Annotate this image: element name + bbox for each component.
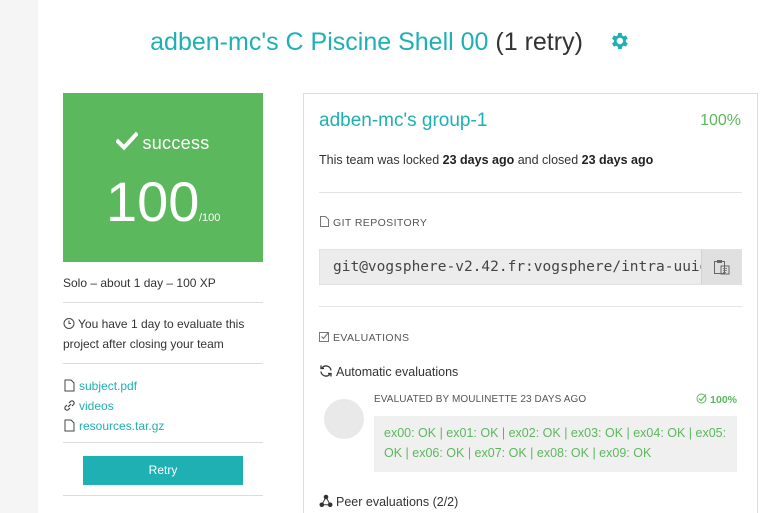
- file-icon: [319, 216, 330, 227]
- file-icon: [63, 378, 76, 392]
- evaluation-percent-text: 100%: [710, 394, 737, 406]
- subject-link[interactable]: subject.pdf: [79, 379, 137, 393]
- link-icon: [63, 398, 76, 411]
- videos-link[interactable]: videos: [79, 399, 114, 413]
- clipboard-icon: [714, 260, 730, 275]
- evaluations-heading-text: EVALUATIONS: [333, 332, 410, 344]
- evaluate-note: You have 1 day to evaluate this project …: [63, 314, 263, 354]
- final-mark: 100: [106, 170, 200, 233]
- locked-ago: 23 days ago: [442, 153, 515, 167]
- team-name[interactable]: adben-mc's group-1: [319, 110, 487, 132]
- clock-icon: [63, 315, 75, 329]
- checkbox-icon: [319, 331, 330, 342]
- copy-button[interactable]: [701, 250, 741, 284]
- locked-pre: This team was locked: [319, 153, 443, 167]
- attachment-item[interactable]: subject.pdf: [63, 376, 263, 396]
- closed-ago: 23 days ago: [581, 153, 654, 167]
- attachment-item[interactable]: resources.tar.gz: [63, 416, 263, 436]
- git-heading: GIT REPOSITORY: [319, 216, 427, 229]
- project-meta: Solo – about 1 day – 100 XP: [63, 276, 216, 290]
- avatar: [324, 399, 364, 439]
- divider: [63, 302, 263, 303]
- attachment-item[interactable]: videos: [63, 396, 263, 416]
- file-icon: [63, 418, 76, 432]
- refresh-icon: [319, 364, 333, 378]
- team-panel: adben-mc's group-1 100% This team was lo…: [303, 93, 758, 513]
- project-title: adben-mc's C Piscine Shell 00: [150, 28, 489, 56]
- retry-button[interactable]: Retry: [83, 456, 243, 485]
- divider: [319, 192, 742, 193]
- retry-count: (1 retry): [495, 28, 583, 56]
- team-status: This team was locked 23 days ago and clo…: [319, 153, 653, 167]
- check-icon: [696, 393, 707, 404]
- git-url-box[interactable]: git@vogsphere-v2.42.fr:vogsphere/intra-u…: [319, 249, 742, 285]
- divider: [63, 442, 263, 443]
- evaluator-label: EVALUATED BY MOULINETTE 23 DAYS AGO: [374, 394, 587, 405]
- git-heading-text: GIT REPOSITORY: [333, 217, 428, 229]
- network-icon: [319, 494, 333, 508]
- resources-link[interactable]: resources.tar.gz: [79, 419, 164, 433]
- gear-icon[interactable]: [608, 28, 630, 50]
- moulinette-results: ex00: OK | ex01: OK | ex02: OK | ex03: O…: [374, 416, 737, 472]
- evaluations-heading: EVALUATIONS: [319, 331, 409, 344]
- evaluation-percent: 100%: [696, 393, 737, 406]
- peer-evaluations-heading: Peer evaluations (2/2): [319, 494, 458, 509]
- locked-mid: and closed: [514, 153, 582, 167]
- attachment-list: subject.pdf videos resources.tar.gz: [63, 376, 263, 436]
- status-text: success: [142, 133, 210, 153]
- status-line: success: [63, 131, 263, 154]
- git-url[interactable]: git@vogsphere-v2.42.fr:vogsphere/intra-u…: [333, 259, 703, 275]
- left-gutter: [0, 0, 38, 513]
- check-icon: [115, 131, 140, 151]
- mark-max: /100: [199, 212, 221, 224]
- team-percent: 100%: [700, 112, 741, 129]
- evaluate-note-text: You have 1 day to evaluate this project …: [63, 317, 245, 351]
- divider: [319, 306, 742, 307]
- peer-heading-text: Peer evaluations (2/2): [336, 495, 459, 509]
- divider: [63, 495, 263, 496]
- divider: [63, 363, 263, 364]
- automatic-evaluations-heading: Automatic evaluations: [319, 364, 458, 379]
- automatic-heading-text: Automatic evaluations: [336, 365, 459, 379]
- page-title: adben-mc's C Piscine Shell 00 (1 retry): [0, 26, 780, 58]
